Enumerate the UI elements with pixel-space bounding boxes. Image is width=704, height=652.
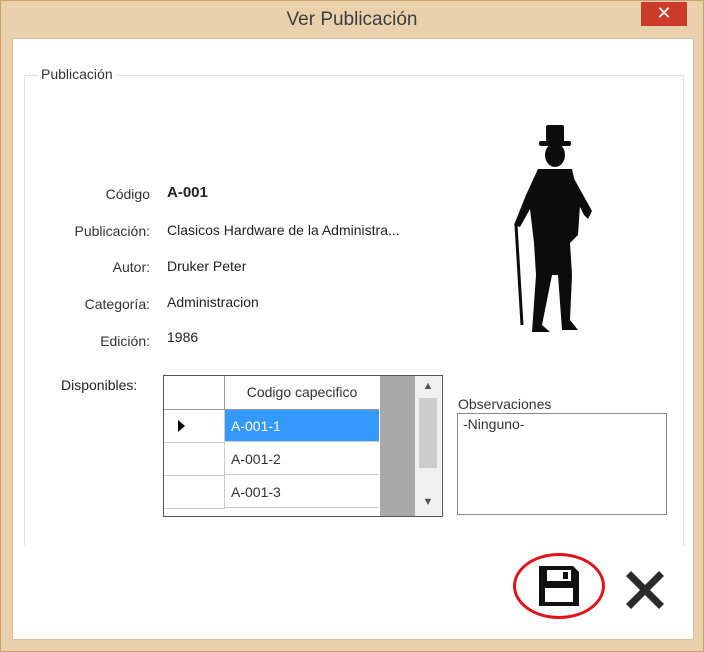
floppy-disk-icon [539, 566, 579, 606]
x-icon [626, 571, 664, 609]
grid-background [380, 376, 415, 516]
groupbox-legend: Publicación [38, 66, 116, 82]
table-cell[interactable]: A-001-1 [225, 410, 379, 442]
title-bar[interactable]: Ver Publicación ✕ [1, 1, 703, 39]
row-header[interactable] [164, 410, 225, 443]
row-header[interactable] [164, 443, 225, 476]
window-title: Ver Publicación [286, 9, 418, 30]
table-row[interactable]: A-001-3 [164, 476, 380, 509]
disponibles-label: Disponibles: [61, 377, 138, 393]
disponibles-grid[interactable]: Codigo capecifico A-001-1 A-001-2 A-001-… [163, 375, 443, 517]
current-row-arrow-icon [178, 420, 185, 432]
scroll-up-icon[interactable]: ▲ [415, 380, 441, 392]
save-button[interactable] [513, 553, 605, 619]
autor-label: Autor: [112, 259, 150, 275]
categoria-label: Categoría: [84, 296, 150, 312]
column-header-codigo[interactable]: Codigo capecifico [225, 376, 379, 410]
table-cell[interactable]: A-001-3 [225, 476, 379, 508]
table-row[interactable]: A-001-1 [164, 410, 380, 443]
categoria-value: Administracion [167, 294, 259, 310]
publicacion-label: Publicación: [74, 223, 151, 239]
codigo-value: A-001 [167, 184, 208, 201]
cancel-button[interactable] [620, 565, 670, 615]
table-row[interactable]: A-001-2 [164, 443, 380, 476]
close-button[interactable]: ✕ [641, 2, 687, 26]
observaciones-label: Observaciones [458, 396, 552, 412]
edicion-value: 1986 [167, 329, 199, 345]
publication-image [514, 125, 592, 332]
table-cell[interactable]: A-001-2 [225, 443, 379, 475]
row-header-corner [164, 376, 225, 410]
row-header[interactable] [164, 476, 225, 509]
codigo-label: Código [105, 186, 150, 202]
vertical-scrollbar[interactable]: ▲ ▼ [415, 376, 441, 516]
observaciones-field[interactable]: -Ninguno- [457, 413, 667, 515]
autor-value: Druker Peter [167, 258, 247, 274]
edicion-label: Edición: [100, 333, 150, 349]
scroll-thumb[interactable] [419, 398, 437, 468]
publicacion-value: Clasicos Hardware de la Administra... [167, 222, 400, 238]
scroll-down-icon[interactable]: ▼ [415, 496, 441, 508]
